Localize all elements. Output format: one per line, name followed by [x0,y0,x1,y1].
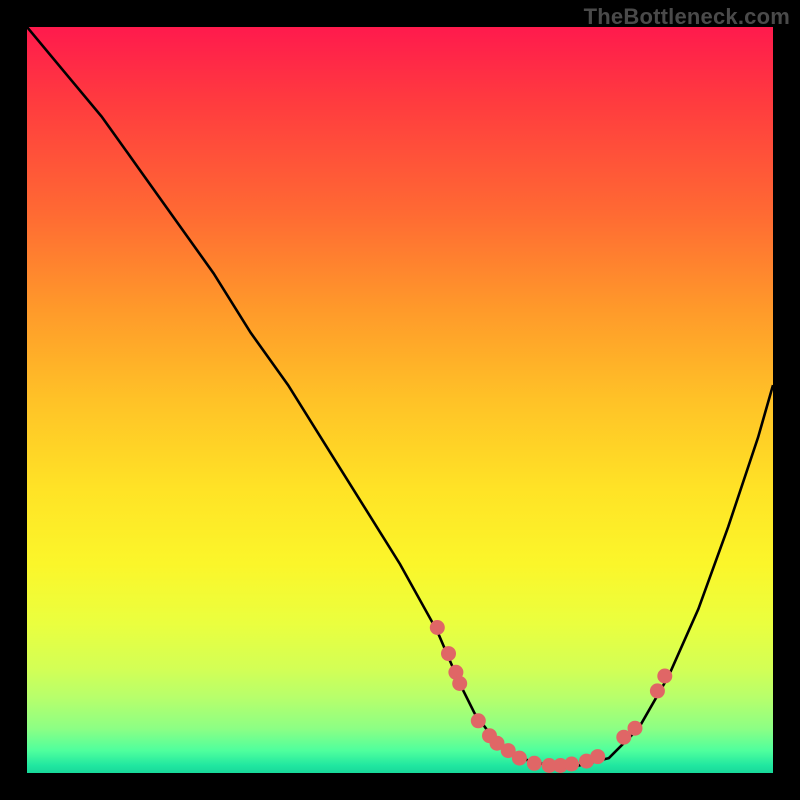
data-marker [430,620,445,635]
data-marker [452,676,467,691]
data-marker [527,756,542,771]
data-marker [628,721,643,736]
curve-layer [27,27,773,766]
plot-area [27,27,773,773]
bottleneck-curve [27,27,773,766]
data-marker [512,751,527,766]
data-marker [441,646,456,661]
data-marker [471,713,486,728]
watermark-text: TheBottleneck.com [584,4,790,30]
data-marker [590,749,605,764]
data-marker [564,757,579,772]
data-marker [650,683,665,698]
chart-svg [27,27,773,773]
data-marker [657,669,672,684]
chart-frame: TheBottleneck.com [0,0,800,800]
